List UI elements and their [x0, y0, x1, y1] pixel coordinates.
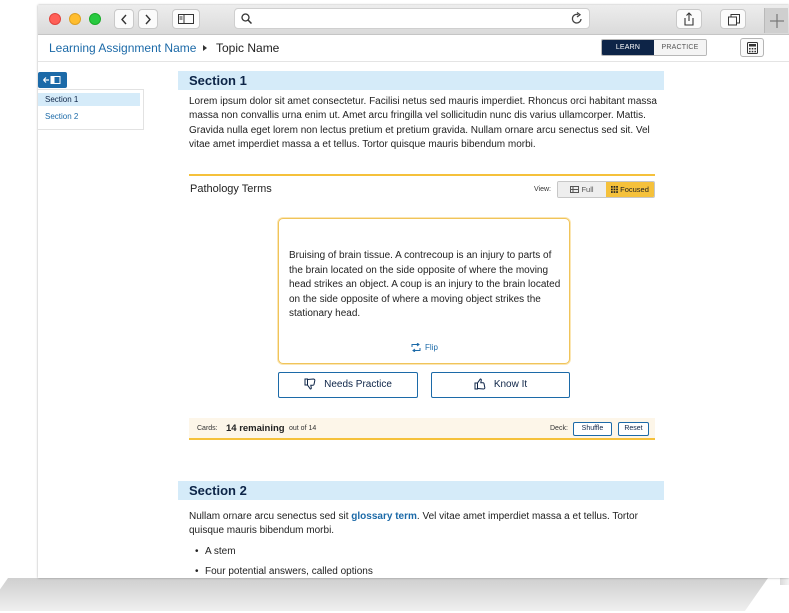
window-shadow [0, 578, 769, 611]
grid-icon [570, 186, 580, 193]
browser-toolbar [38, 5, 789, 35]
flashcards-title: Pathology Terms [190, 183, 272, 195]
tabs-overview-button[interactable] [720, 9, 746, 29]
view-focused-label: Focused [620, 185, 649, 194]
needs-practice-button[interactable]: Needs Practice [278, 372, 418, 398]
flip-icon [411, 342, 421, 353]
list-item: A stem [195, 545, 635, 565]
chevron-right-icon [145, 14, 151, 25]
mode-learn-button[interactable]: LEARN [602, 40, 654, 55]
sidebar-icon [178, 14, 194, 24]
thumbs-down-icon [304, 378, 316, 390]
sidebar-item-section-1[interactable]: Section 1 [38, 93, 140, 106]
reload-icon[interactable] [571, 12, 583, 25]
cards-label: Cards: [197, 425, 218, 432]
address-bar[interactable] [234, 8, 590, 29]
mode-toggle: LEARN PRACTICE [601, 39, 707, 56]
know-it-label: Know It [493, 379, 528, 390]
mode-practice-button[interactable]: PRACTICE [654, 40, 706, 55]
tabs-icon [728, 14, 740, 26]
app-header: Learning Assignment Name Topic Name LEAR… [38, 35, 789, 62]
flashcard[interactable]: Bruising of brain tissue. A contrecoup i… [278, 218, 570, 364]
section-1-body: Lorem ipsum dolor sit amet consectetur. … [189, 96, 657, 150]
sidebar-item-section-2[interactable]: Section 2 [38, 110, 140, 123]
section-1-heading: Section 1 [178, 71, 664, 90]
share-button[interactable] [676, 9, 702, 29]
breadcrumb-topic: Topic Name [216, 41, 280, 55]
glossary-term-link[interactable]: glossary term [351, 511, 417, 522]
breadcrumb-separator-icon [203, 45, 207, 51]
collapse-sidebar-button[interactable] [38, 72, 67, 88]
needs-practice-label: Needs Practice [324, 379, 392, 390]
browser-window: Learning Assignment Name Topic Name LEAR… [38, 5, 789, 578]
view-full-button[interactable]: Full [558, 182, 606, 197]
cards-remaining: 14 remaining [226, 423, 285, 434]
cards-status-bar: Cards: 14 remaining out of 14 Deck: Shuf… [189, 418, 655, 440]
flashcards-divider [189, 174, 655, 176]
list-item: Four potential answers, called options [195, 565, 635, 578]
sidebar-toggle-button[interactable] [172, 9, 200, 29]
calculator-icon [747, 42, 758, 54]
collapse-sidebar-icon [43, 76, 61, 84]
flip-button[interactable]: Flip [411, 342, 438, 353]
thumbs-up-icon [474, 378, 486, 390]
section-2-body: Nullam ornare arcu senectus sed sit glos… [189, 510, 664, 539]
breadcrumb-assignment-link[interactable]: Learning Assignment Name [49, 41, 196, 55]
zoom-window-button[interactable] [89, 13, 101, 25]
shuffle-button[interactable]: Shuffle [573, 422, 612, 436]
section-2-heading: Section 2 [178, 481, 664, 500]
close-window-button[interactable] [49, 13, 61, 25]
view-toggle: Full Focused [557, 181, 655, 198]
chevron-left-icon [121, 14, 127, 25]
share-icon [684, 12, 694, 26]
cards-total: out of 14 [289, 425, 317, 432]
flip-label: Flip [425, 343, 438, 352]
section-2-list: A stem Four potential answers, called op… [195, 545, 635, 578]
view-full-label: Full [581, 185, 594, 194]
section-2-text-start: Nullam ornare arcu senectus sed sit [189, 511, 352, 522]
know-it-button[interactable]: Know It [431, 372, 570, 398]
view-label: View: [534, 186, 551, 193]
minimize-window-button[interactable] [69, 13, 81, 25]
plus-icon [770, 14, 784, 28]
back-button[interactable] [114, 9, 134, 29]
flashcard-text: Bruising of brain tissue. A contrecoup i… [289, 250, 561, 319]
calculator-button[interactable] [740, 38, 764, 57]
new-tab-button[interactable] [764, 8, 788, 33]
section-navigation: Section 1 Section 2 [38, 89, 144, 130]
stage: Learning Assignment Name Topic Name LEAR… [0, 0, 789, 613]
forward-button[interactable] [138, 9, 158, 29]
deck-label: Deck: [550, 425, 568, 432]
view-focused-button[interactable]: Focused [606, 182, 654, 197]
search-icon [241, 13, 252, 24]
reset-button[interactable]: Reset [618, 422, 649, 436]
focused-grid-icon [611, 186, 619, 193]
